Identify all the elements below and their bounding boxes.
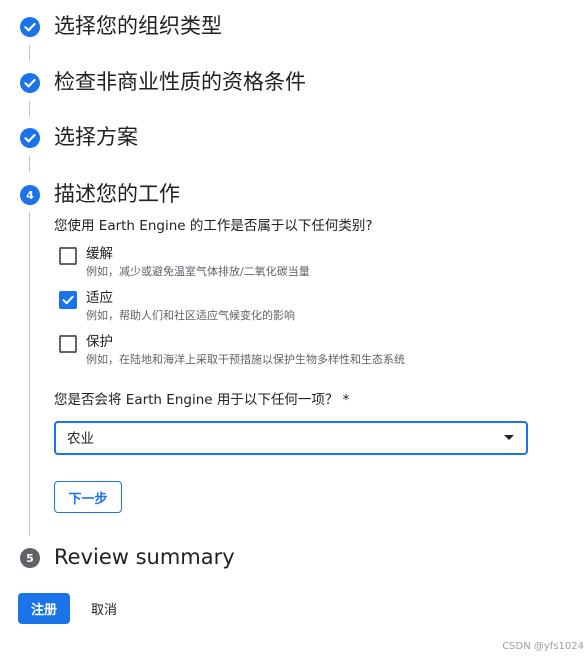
next-step-button[interactable]: 下一步 bbox=[54, 481, 122, 513]
step-5-number-icon: 5 bbox=[20, 548, 40, 568]
step-connector bbox=[29, 212, 30, 536]
use-category-select[interactable]: 农业 bbox=[54, 421, 528, 455]
register-button[interactable]: 注册 bbox=[18, 593, 70, 624]
adaptation-description: 例如，帮助人们和社区适应气候变化的影响 bbox=[86, 309, 295, 322]
cancel-button[interactable]: 取消 bbox=[80, 593, 128, 624]
mitigation-description: 例如，减少或避免温室气体排放/二氧化碳当量 bbox=[86, 265, 310, 278]
use-question: 您是否会将 Earth Engine 用于以下任何一项？ * bbox=[54, 392, 350, 408]
step-connector bbox=[29, 101, 30, 117]
check-circle-icon bbox=[20, 128, 40, 148]
conservation-checkbox[interactable] bbox=[59, 335, 77, 353]
checkmark-icon bbox=[62, 295, 74, 305]
step-connector bbox=[29, 45, 30, 61]
caret-down-icon bbox=[504, 435, 514, 440]
step-1-title[interactable]: 选择您的组织类型 bbox=[54, 12, 222, 40]
work-category-question: 您使用 Earth Engine 的工作是否属于以下任何类别? bbox=[54, 218, 373, 234]
adaptation-label: 适应 bbox=[86, 290, 113, 306]
step-3-title[interactable]: 选择方案 bbox=[54, 123, 138, 151]
step-4-title: 描述您的工作 bbox=[54, 182, 180, 206]
watermark: CSDN @yfs1024 bbox=[502, 641, 584, 652]
step-2-title[interactable]: 检查非商业性质的资格条件 bbox=[54, 68, 306, 96]
step-4-number-icon: 4 bbox=[20, 185, 40, 205]
step-5-number: 5 bbox=[26, 551, 34, 565]
step-connector bbox=[29, 156, 30, 172]
check-circle-icon bbox=[20, 17, 40, 37]
adaptation-checkbox[interactable] bbox=[59, 291, 77, 309]
signup-stepper-page: 选择您的组织类型 检查非商业性质的资格条件 选择方案 4 描述您的工作 您使用 … bbox=[0, 0, 588, 658]
conservation-description: 例如，在陆地和海洋上采取干预措施以保护生物多样性和生态系统 bbox=[86, 353, 405, 366]
mitigation-checkbox[interactable] bbox=[59, 247, 77, 265]
use-category-value: 农业 bbox=[67, 431, 94, 447]
mitigation-label: 缓解 bbox=[86, 246, 113, 262]
step-5-title: Review summary bbox=[54, 545, 235, 569]
step-4-number: 4 bbox=[26, 188, 34, 202]
check-circle-icon bbox=[20, 73, 40, 93]
conservation-label: 保护 bbox=[86, 334, 113, 350]
